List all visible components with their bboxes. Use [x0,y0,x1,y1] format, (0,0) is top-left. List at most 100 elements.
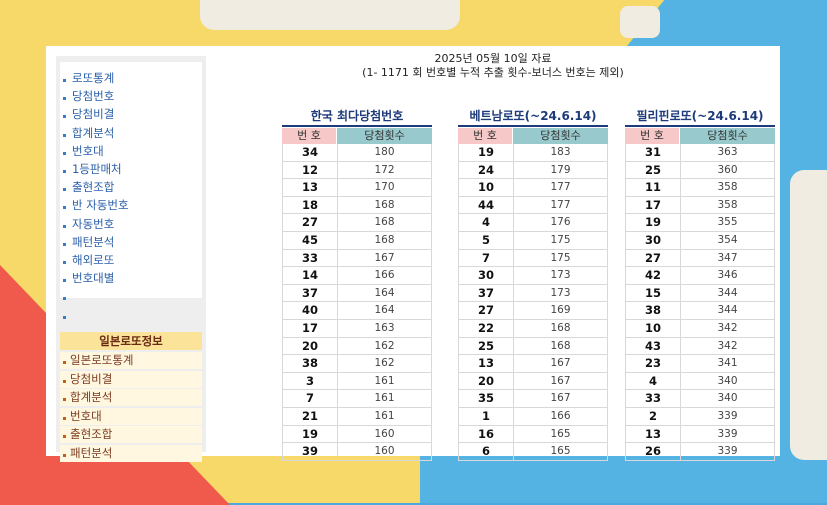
japan-lotto-header: 일본로또정보 [60,332,202,350]
bullet-icon [63,206,66,210]
table-row: 20 162 [283,337,431,356]
sidebar-item-label: 출현조합 [72,180,115,195]
lotto-number: 38 [301,356,318,371]
sidebar-item-label: 번호대별 [72,271,115,286]
table-row: 19 183 [459,144,607,162]
table-row: 44 177 [459,196,607,215]
table-row: 13 339 [626,425,774,444]
table-header: 번 호 당첨횟수 [282,128,432,144]
table-row: 21 161 [283,407,431,426]
lotto-number: 27 [301,215,318,230]
win-count: 355 [680,214,774,231]
win-count: 177 [513,196,607,214]
lotto-number: 13 [301,180,318,195]
table-header: 번 호 당첨횟수 [625,128,775,144]
sidebar-item[interactable]: 해외로또 [60,251,202,269]
sidebar-item[interactable]: 패턴분석 [60,233,202,251]
table-row: 27 168 [283,214,431,232]
lotto-number: 44 [477,197,494,212]
win-count: 339 [680,425,774,443]
table-body: 31 363 25 360 11 358 17 358 19 355 30 354 27 347 42 346… [625,144,775,461]
table-row: 30 354 [626,231,774,250]
japan-lotto-item[interactable]: 번호대 [60,407,202,425]
table-row: 27 169 [459,302,607,320]
lotto-number: 1 [481,408,490,423]
bullet-icon [63,435,66,439]
lotto-number: 10 [477,180,494,195]
table-row: 14 166 [283,267,431,285]
background-shape [200,0,460,30]
lotto-number: 25 [644,162,661,177]
lotto-number: 37 [477,285,494,300]
lotto-number: 45 [301,232,318,247]
table-row: 15 344 [626,284,774,303]
sidebar-item[interactable]: 자동번호 [60,215,202,233]
table-row: 11 358 [626,179,774,197]
sidebar-item[interactable]: 합계분석 [60,124,202,142]
bullet-icon [63,315,66,319]
lotto-number: 34 [301,145,318,159]
sidebar-item[interactable]: 반 자동번호 [60,196,202,214]
stats-table: 한국 최다당첨번호 번 호 당첨횟수 34 180 12 172 13 170 18 168 27 16… [282,108,432,461]
sidebar-item[interactable] [60,306,202,324]
win-count: 160 [337,425,431,443]
sidebar-item[interactable]: 번호대 [60,142,202,160]
japan-lotto-item-label: 당첨비결 [70,371,113,386]
stats-table: 베트남로또(~24.6.14) 번 호 당첨횟수 19 183 24 179 10 177 44 1… [458,108,608,461]
japan-lotto-item[interactable]: 패턴분석 [60,445,202,462]
data-description: (1- 1171 회 번호별 누적 추출 횟수-보너스 번호는 제외) [362,66,624,79]
sidebar-item[interactable]: 번호대별 [60,269,202,287]
lotto-number: 40 [301,303,318,318]
win-count: 180 [337,144,431,161]
win-count: 339 [680,407,774,425]
win-count: 170 [337,179,431,196]
win-count: 344 [680,284,774,302]
sidebar-item[interactable]: 당첨번호 [60,87,202,105]
lotto-number: 15 [644,285,661,300]
table-row: 7 175 [459,249,607,268]
win-count: 179 [513,161,607,179]
table-row: 42 346 [626,267,774,285]
win-count: 164 [337,302,431,319]
lotto-number: 19 [644,215,661,230]
lotto-number: 18 [301,197,318,212]
japan-lotto-item[interactable]: 합계분석 [60,389,202,407]
bullet-icon [63,133,66,137]
japan-lotto-item[interactable]: 일본로또통계 [60,352,202,369]
lotto-number: 39 [301,444,318,459]
table-row: 20 167 [459,372,607,391]
win-count: 175 [513,249,607,267]
win-count: 160 [337,443,431,460]
lotto-number: 7 [305,391,314,406]
sidebar-item-label: 해외로또 [72,253,115,267]
bullet-icon [63,454,66,457]
table-row: 33 167 [283,249,431,268]
japan-lotto-item[interactable]: 당첨비결 [60,370,202,388]
lotto-number: 4 [481,215,490,230]
sidebar-item[interactable]: 당첨비결 [60,105,202,123]
win-count: 172 [337,161,431,179]
table-row: 5 175 [459,231,607,250]
lotto-number: 25 [477,338,494,353]
sidebar-item[interactable]: 출현조합 [60,178,202,196]
lotto-number: 23 [644,356,661,371]
background-shape [620,6,660,38]
table-row: 4 340 [626,372,774,391]
sidebar-item[interactable]: 1등판매처 [60,160,202,178]
table-row: 35 167 [459,390,607,408]
bullet-icon [63,242,66,246]
sidebar-item[interactable]: 로또통계 [60,69,202,87]
win-count: 167 [513,355,607,372]
sidebar-item-label: 패턴분석 [72,234,115,249]
lotto-number: 20 [477,373,494,388]
table-row: 40 164 [283,302,431,320]
lotto-number: 24 [477,162,494,177]
table-row: 13 170 [283,179,431,197]
japan-lotto-item[interactable]: 출현조합 [60,426,202,444]
lotto-number: 30 [477,268,494,283]
win-count: 169 [513,302,607,319]
win-count: 162 [337,355,431,372]
bullet-icon [63,97,66,101]
sidebar-item[interactable] [60,287,202,305]
win-count: 354 [680,231,774,249]
